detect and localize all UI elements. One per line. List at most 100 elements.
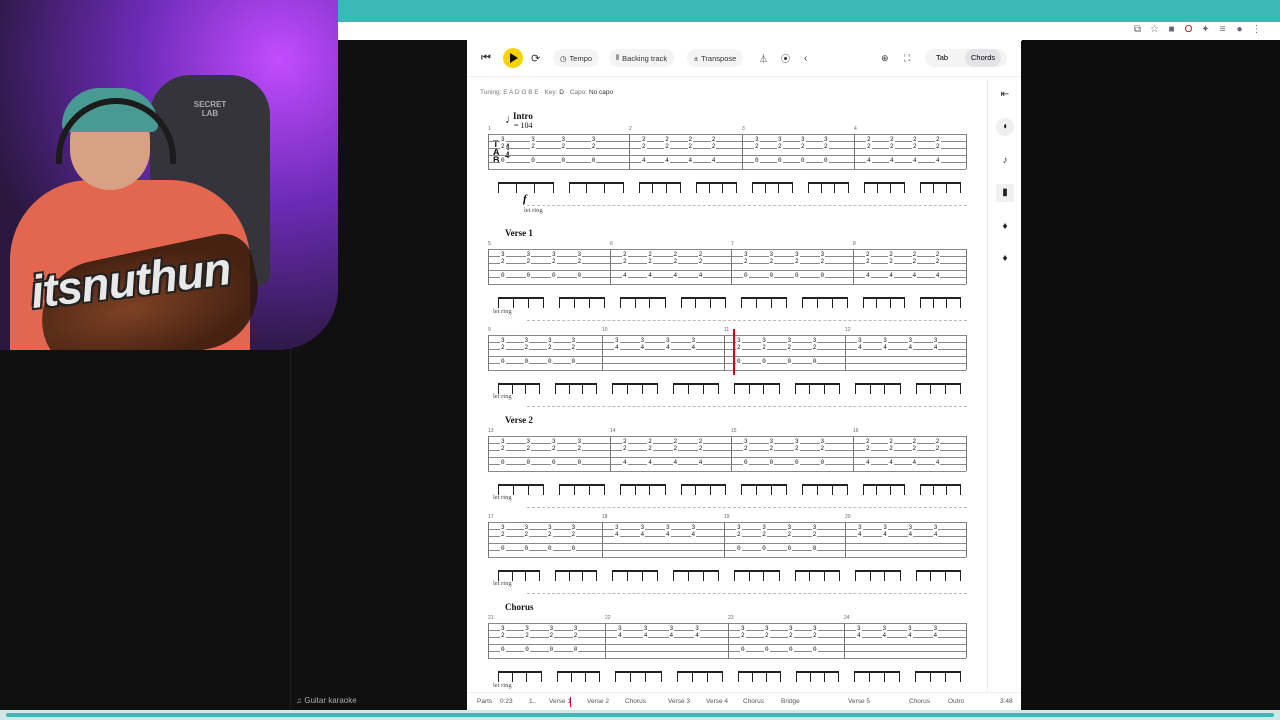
guitar-karaoke-link[interactable]: ♫ Guitar karaoke [296,696,357,705]
tab-staff: 9 3 2 0 3 2 0 3 2 0 3 2 0 10 3 4 3 4 3 4 3 4 11 3 2 0 3 2 0 3 2 0 3 2 0 12 3… [488,327,967,371]
part-verse-3[interactable]: Verse 3 [668,698,690,705]
list-icon[interactable]: ≡ [1217,24,1228,35]
tab-sheet: Intro ♩ = 104 TAB 44 f Verse 1 Verse 2 C… [467,40,987,710]
rhythm-beam [802,297,848,309]
part-verse-4[interactable]: Verse 4 [706,698,728,705]
webcam-overlay: SECRET LAB itsnuthun [0,0,338,350]
part-verse-1[interactable]: Verse 1 [549,698,571,705]
rhythm-beam [741,484,787,496]
right-background [1022,40,1280,710]
rhythm-beam [498,297,544,309]
tab-staff: 17 3 2 0 3 2 0 3 2 0 3 2 0 18 3 4 3 4 3 4 3 4 19 3 2 0 3 2 0 3 2 0 3 2 0 20… [488,514,967,558]
rhythm-beam [863,484,905,496]
rhythm-beam [794,570,840,582]
tab-staff: 1320320320320222422422422433203203203204… [488,126,967,170]
drum-track-icon[interactable]: ♦ [996,218,1014,236]
rhythm-beam [854,671,900,683]
collapse-icon[interactable]: ⇤ [996,86,1014,104]
rhythm-beam [741,297,787,309]
rhythm-beam [612,383,658,395]
rhythm-beam [920,182,961,194]
rhythm-beam [620,484,666,496]
rhythm-beam [673,570,719,582]
rhythm-beam [498,383,540,395]
section-verse-1: Verse 1 [505,228,533,238]
rhythm-beam [863,297,905,309]
rhythm-beam [794,383,840,395]
dynamic-marking: f [523,193,527,205]
menu-icon[interactable]: ⋮ [1251,24,1262,35]
rhythm-beam [864,182,905,194]
part-verse-5[interactable]: Verse 5 [848,698,870,705]
rhythm-beam [919,297,961,309]
horizontal-scrollbar[interactable] [0,710,1280,720]
rhythm-beam [620,297,666,309]
rhythm-beam [555,570,597,582]
let-ring-label: let ring [493,308,512,315]
timeline-playhead [570,697,571,707]
rhythm-beam [612,570,658,582]
star-icon[interactable]: ☆ [1149,24,1160,35]
rhythm-beam [808,182,849,194]
rhythm-beam [639,182,681,194]
rhythm-beam [752,182,793,194]
chair-logo: SECRET LAB [193,100,227,118]
current-time: 0:23 [500,698,513,705]
rhythm-beam [915,570,961,582]
rhythm-beam [568,182,624,194]
parts-timeline[interactable]: Parts 0:23 1.. Verse 1 Verse 2 Chorus Ve… [467,692,1021,711]
rhythm-beam [555,383,597,395]
rhythm-beam [498,182,554,194]
rhythm-beam [680,297,726,309]
rhythm-beam [919,484,961,496]
section-chorus: Chorus [505,602,534,612]
rhythm-beam [676,671,723,683]
rhythm-beam [855,570,901,582]
rhythm-beam [498,671,542,683]
bass-track-icon[interactable]: ▮ [996,184,1014,202]
vocal-track-icon[interactable]: ♦ [996,250,1014,268]
playback-cursor [733,329,735,375]
parts-label: Parts [477,698,493,705]
rhythm-beam [855,383,901,395]
guitar-karaoke-label: Guitar karaoke [304,696,357,705]
rhythm-beam [796,671,839,683]
rhythm-beam [559,297,605,309]
part-chorus[interactable]: Chorus [625,698,646,705]
speaker-icon[interactable]: ◖ [996,118,1014,136]
rhythm-beam [915,383,961,395]
profile-icon[interactable]: ■ [1166,24,1177,35]
let-ring-label: let ring [524,207,543,214]
rhythm-beam [680,484,726,496]
tab-staff: 13 3 2 0 3 2 0 3 2 0 3 2 0 14 2 2 4 2 2 4 2 2 4 2 2 4 15 3 2 0 3 2 0 3 2 0 3… [488,428,967,472]
part-chorus-2[interactable]: Chorus [743,698,764,705]
extension-icon[interactable]: ⧉ [1132,24,1143,35]
rhythm-beam [556,671,600,683]
guitar-track-icon[interactable]: ♪ [996,152,1014,170]
total-duration: 3:48 [1000,698,1013,705]
songsterr-player: ⏮ ⟳ ◷ Tempo ⫴ Backing track ± Transpose ⏃ ⦿… [467,40,1022,711]
let-ring-label: let ring [493,682,512,689]
part-outro[interactable]: Outro [948,698,964,705]
rhythm-beam [802,484,848,496]
part-bridge[interactable]: Bridge [781,698,800,705]
rhythm-beam [673,383,719,395]
track-sidebar: ⇤ ◖ ♪ ▮ ♦ ♦ [987,80,1022,710]
rhythm-beam [498,570,540,582]
section-verse-2: Verse 2 [505,415,533,425]
tab-staff: 21 3 2 0 3 2 0 3 2 0 3 2 0 22 3 4 3 4 3 4 3 4 23 3 2 0 3 2 0 3 2 0 3 2 0 24… [488,615,967,659]
rhythm-beam [559,484,605,496]
rhythm-beam [915,671,961,683]
rhythm-beam [498,484,544,496]
avatar[interactable]: ● [1234,24,1245,35]
rhythm-beam [738,671,781,683]
rhythm-beam [734,570,780,582]
part-intro[interactable]: 1.. [529,698,536,705]
rhythm-beam [615,671,662,683]
part-chorus-3[interactable]: Chorus [909,698,930,705]
extensions-icon[interactable]: ✦ [1200,24,1211,35]
part-verse-2[interactable]: Verse 2 [587,698,609,705]
tempo-marking: = 104 [514,121,533,130]
tab-staff: 5320320320320622422422422473203203203208… [488,241,967,285]
opera-icon[interactable]: O [1183,24,1194,35]
